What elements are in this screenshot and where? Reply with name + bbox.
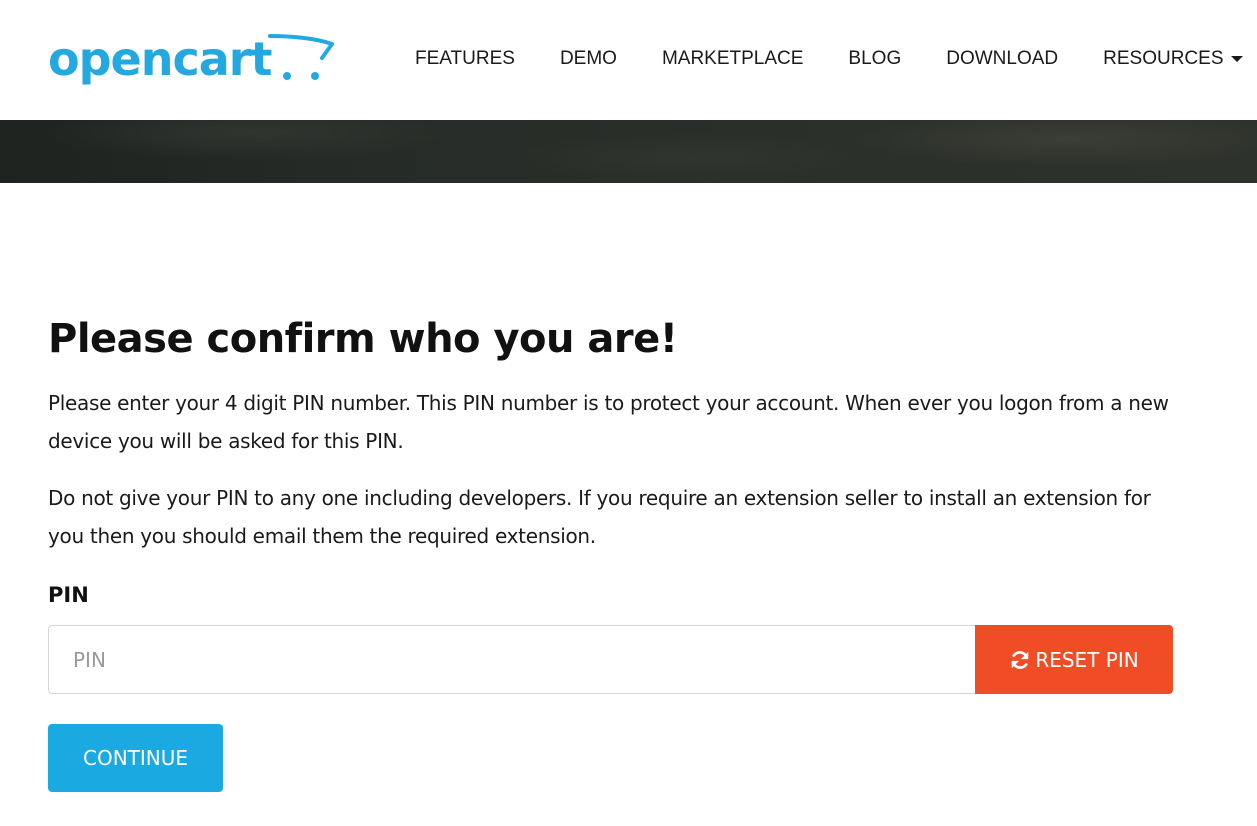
- nav-download-label: DOWNLOAD: [946, 48, 1059, 69]
- nav-blog-label: BLOG: [848, 48, 902, 69]
- caret-down-icon: [1230, 56, 1243, 62]
- nav-features-label: FEATURES: [415, 48, 515, 69]
- refresh-icon: [1012, 650, 1029, 669]
- nav-blog[interactable]: BLOG: [848, 48, 901, 70]
- nav-features[interactable]: FEATURES: [415, 48, 515, 70]
- logo-text: opencart: [48, 32, 272, 86]
- nav-demo[interactable]: DEMO: [560, 48, 617, 70]
- reset-pin-button[interactable]: RESET PIN: [975, 625, 1173, 694]
- nav-marketplace[interactable]: MARKETPLACE: [662, 48, 803, 70]
- page-title: Please confirm who you are!: [48, 316, 678, 362]
- cart-logo-icon: [268, 34, 334, 80]
- pin-label: PIN: [48, 583, 89, 607]
- nav-download[interactable]: DOWNLOAD: [946, 48, 1058, 70]
- main-nav: FEATURES DEMO MARKETPLACE BLOG DOWNLOAD …: [415, 44, 1243, 74]
- nav-marketplace-label: MARKETPLACE: [661, 48, 804, 69]
- continue-button[interactable]: CONTINUE: [48, 724, 223, 792]
- site-header: opencart FEATURES DEMO MARKETPLACE BLOG …: [0, 0, 1257, 120]
- nav-resources-label: RESOURCES: [1103, 48, 1224, 69]
- hero-banner: [0, 120, 1257, 183]
- nav-resources-dropdown[interactable]: RESOURCES: [1103, 48, 1243, 70]
- pin-input-group: RESET PIN: [48, 625, 1173, 694]
- pin-input[interactable]: [48, 625, 975, 694]
- nav-demo-label: DEMO: [559, 48, 617, 69]
- pin-warning: Do not give your PIN to any one includin…: [48, 486, 1151, 548]
- pin-instructions: Please enter your 4 digit PIN number. Th…: [48, 391, 1169, 453]
- opencart-logo[interactable]: opencart: [48, 28, 338, 92]
- reset-pin-label: RESET PIN: [1035, 647, 1139, 672]
